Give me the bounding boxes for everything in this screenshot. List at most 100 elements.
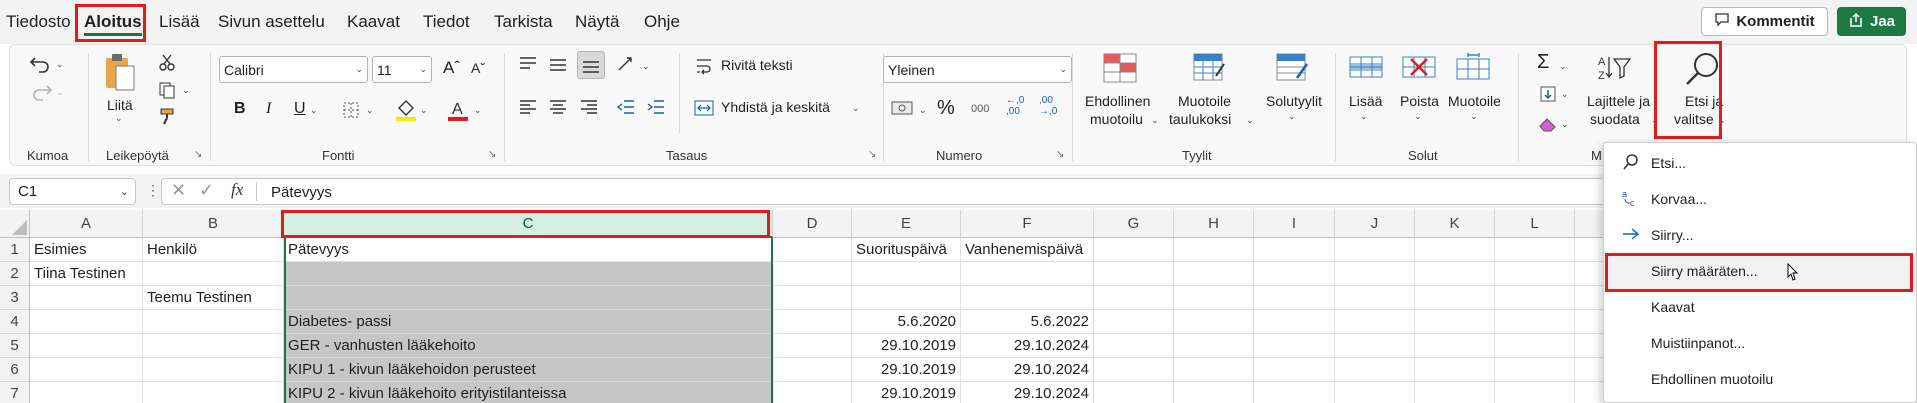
cell[interactable] [773, 358, 852, 382]
clear-dropdown-icon[interactable]: ⌄ [1561, 119, 1569, 130]
orientation-icon[interactable] [614, 53, 638, 77]
cell[interactable] [1415, 310, 1495, 334]
undo-button[interactable] [26, 51, 56, 77]
borders-dropdown-icon[interactable]: ⌄ [366, 105, 374, 116]
cell[interactable] [961, 286, 1094, 310]
name-box[interactable]: C1 ⌄ [9, 178, 136, 205]
wrap-text-icon[interactable] [693, 55, 715, 77]
cell[interactable]: 29.10.2024 [961, 358, 1094, 382]
align-left-icon[interactable] [516, 95, 540, 119]
format-painter-icon[interactable] [156, 105, 178, 127]
cell[interactable] [1415, 262, 1495, 286]
cell[interactable] [1335, 262, 1415, 286]
cell[interactable] [1094, 286, 1174, 310]
row-header[interactable]: 6 [0, 358, 30, 382]
conditional-formatting-label-2[interactable]: muotoilu [1090, 111, 1143, 127]
conditional-formatting-label-1[interactable]: Ehdollinen [1085, 93, 1150, 109]
share-button[interactable]: Jaa [1837, 7, 1906, 36]
insert-function-icon[interactable]: fx [231, 180, 243, 200]
font-size-select[interactable]: 11 ⌄ [372, 56, 432, 83]
align-top-icon[interactable] [516, 53, 540, 77]
column-header-k[interactable]: K [1415, 210, 1495, 238]
menu-item-conditional-formatting[interactable]: Ehdollinen muotoilu [1604, 361, 1916, 397]
cell[interactable] [143, 382, 284, 403]
comments-button[interactable]: Kommentit [1701, 7, 1828, 36]
cell[interactable] [773, 286, 852, 310]
cell[interactable] [1094, 238, 1174, 262]
row-header[interactable]: 3 [0, 286, 30, 310]
merge-dropdown-icon[interactable]: ⌄ [852, 103, 860, 114]
cell[interactable] [1415, 286, 1495, 310]
cell[interactable]: 29.10.2019 [852, 334, 961, 358]
cell[interactable] [1254, 310, 1335, 334]
find-select-icon[interactable] [1682, 49, 1724, 89]
column-header-e[interactable]: E [852, 210, 961, 238]
menu-item-goto[interactable]: Siirry... [1604, 217, 1916, 253]
conditional-formatting-icon[interactable] [1100, 51, 1140, 85]
cell[interactable] [30, 334, 143, 358]
cell[interactable]: 29.10.2019 [852, 382, 961, 403]
sort-filter-label-1[interactable]: Lajittele ja [1587, 93, 1650, 109]
column-header-c[interactable]: C [284, 210, 773, 238]
cell[interactable]: 29.10.2019 [852, 358, 961, 382]
delete-cells-icon[interactable] [1399, 51, 1439, 85]
thousands-separator-icon[interactable]: 000 [971, 103, 989, 115]
paste-dropdown-icon[interactable]: ⌄ [115, 113, 123, 124]
cell[interactable] [1415, 238, 1495, 262]
cell[interactable] [1495, 334, 1575, 358]
increase-indent-icon[interactable] [644, 95, 668, 119]
grow-font-icon[interactable]: Aˆ [443, 58, 460, 78]
align-middle-icon[interactable] [546, 53, 570, 77]
cell[interactable] [1495, 310, 1575, 334]
cell[interactable] [1335, 382, 1415, 403]
cell[interactable] [961, 262, 1094, 286]
cell[interactable] [30, 358, 143, 382]
tab-nayta[interactable]: Näytä [575, 12, 619, 32]
cell[interactable] [1174, 262, 1254, 286]
cell[interactable] [143, 358, 284, 382]
font-color-icon[interactable]: A [446, 97, 470, 123]
delete-cells-label[interactable]: Poista [1400, 93, 1439, 109]
tab-lisaa[interactable]: Lisää [159, 12, 200, 32]
cell[interactable] [1094, 334, 1174, 358]
cell[interactable] [284, 286, 773, 310]
dialog-launcher-icon[interactable]: ↘ [1056, 149, 1064, 160]
tab-kaavat[interactable]: Kaavat [347, 12, 400, 32]
format-cells-icon[interactable] [1453, 51, 1493, 85]
clear-icon[interactable] [1537, 113, 1559, 135]
cell[interactable] [1254, 334, 1335, 358]
chevron-down-icon[interactable]: ⌄ [120, 185, 129, 198]
cell[interactable] [1174, 334, 1254, 358]
bold-icon[interactable]: B [234, 100, 246, 118]
cell[interactable]: GER - vanhusten lääkehoito [284, 334, 773, 358]
number-format-select[interactable]: Yleinen ⌄ [883, 56, 1072, 83]
dialog-launcher-icon[interactable]: ↘ [868, 149, 876, 160]
column-header-j[interactable]: J [1335, 210, 1415, 238]
merge-center-icon[interactable] [693, 97, 715, 119]
cell[interactable] [1495, 238, 1575, 262]
cell[interactable]: Esimies [30, 238, 143, 262]
format-cells-label[interactable]: Muotoile [1448, 93, 1501, 109]
menu-item-replace[interactable]: ac Korvaa... [1604, 181, 1916, 217]
cell[interactable] [1174, 358, 1254, 382]
row-header[interactable]: 5 [0, 334, 30, 358]
redo-button[interactable] [26, 79, 56, 105]
align-center-icon[interactable] [546, 95, 570, 119]
cell-styles-dropdown-icon[interactable]: ⌄ [1288, 111, 1296, 122]
column-header-b[interactable]: B [143, 210, 284, 238]
shrink-font-icon[interactable]: Aˇ [471, 60, 485, 76]
decrease-indent-icon[interactable] [614, 95, 638, 119]
format-dropdown-icon[interactable]: ⌄ [1470, 111, 1478, 122]
insert-dropdown-icon[interactable]: ⌄ [1360, 111, 1368, 122]
menu-item-formulas[interactable]: Kaavat [1604, 289, 1916, 325]
cell[interactable]: Teemu Testinen [143, 286, 284, 310]
sort-filter-icon[interactable]: AZ [1594, 51, 1634, 85]
cell[interactable] [143, 262, 284, 286]
underline-dropdown-icon[interactable]: ⌄ [310, 105, 318, 116]
cell[interactable] [30, 286, 143, 310]
cut-icon[interactable] [156, 51, 178, 73]
column-header-g[interactable]: G [1094, 210, 1174, 238]
paste-icon[interactable] [102, 51, 138, 93]
cell[interactable] [1415, 358, 1495, 382]
sort-filter-dropdown-icon[interactable]: ⌄ [1651, 115, 1659, 126]
